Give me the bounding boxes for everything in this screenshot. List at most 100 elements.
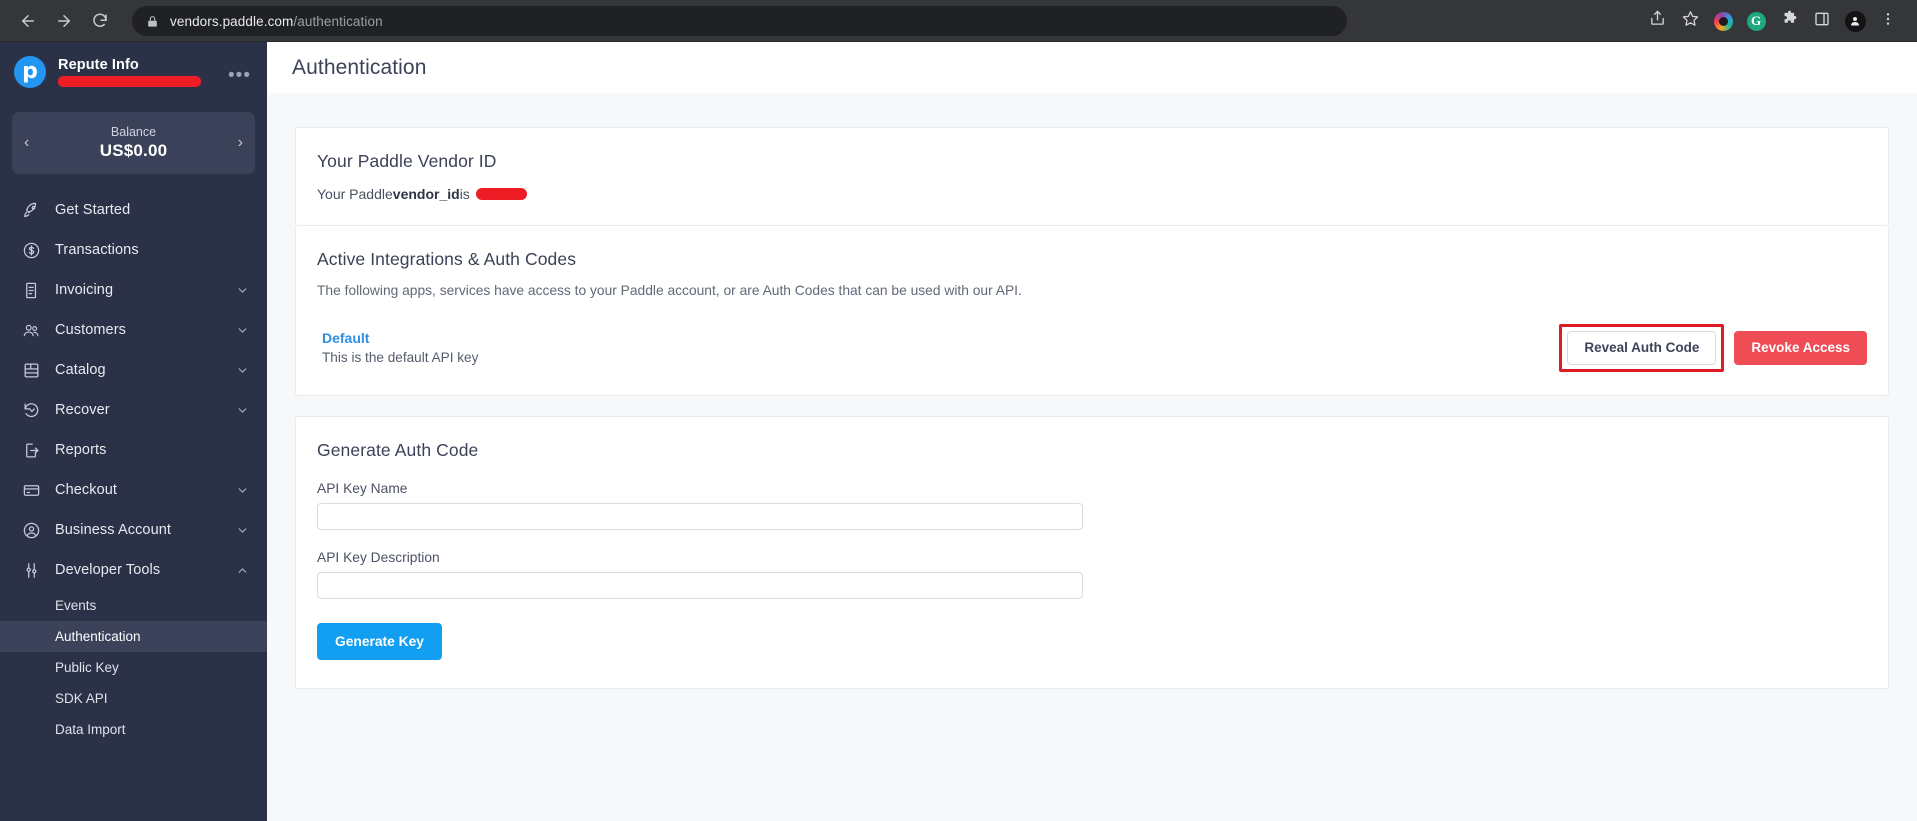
share-icon (1649, 10, 1666, 32)
api-key-description-label: API Key Description (317, 549, 440, 565)
integration-info: Default This is the default API key (322, 330, 478, 365)
integration-row: Default This is the default API key Reve… (317, 324, 1867, 372)
address-bar-text: vendors.paddle.com/authentication (170, 14, 383, 29)
sidebar-item-get-started[interactable]: Get Started (0, 190, 267, 230)
api-key-name-input[interactable] (317, 502, 1083, 530)
sidebar-item-label: Get Started (55, 202, 131, 218)
sidebar-item-label: Catalog (55, 362, 106, 378)
paddle-logo-icon: p (14, 56, 46, 88)
account-meta: Repute Info (58, 56, 201, 87)
sidebar-subitem-label: Events (55, 598, 97, 613)
chevron-down-icon[interactable] (236, 484, 249, 497)
reload-button[interactable] (84, 5, 116, 37)
chevron-down-icon[interactable] (236, 284, 249, 297)
sidebar-item-invoicing[interactable]: Invoicing (0, 270, 267, 310)
sidebar-subitem-data-import[interactable]: Data Import (0, 714, 267, 745)
sidebar-item-reports[interactable]: Reports (0, 430, 267, 470)
people-icon (20, 319, 42, 341)
lock-icon (146, 15, 159, 28)
vendor-line-suffix: is (459, 186, 470, 202)
catalog-grid-icon (20, 359, 42, 381)
sidebar-subitem-label: Authentication (55, 629, 141, 644)
sidebar-item-business-account[interactable]: Business Account (0, 510, 267, 550)
url-path: /authentication (293, 13, 383, 29)
browser-toolbar: vendors.paddle.com/authentication G (0, 0, 1917, 42)
back-button[interactable] (12, 5, 44, 37)
sidebar-item-checkout[interactable]: Checkout (0, 470, 267, 510)
star-icon (1682, 10, 1699, 32)
sidebar: p Repute Info ••• ‹ Balance US$0.00 › Ge… (0, 42, 267, 821)
vendor-id-code: vendor_id (392, 186, 460, 202)
chevron-up-icon[interactable] (236, 564, 249, 577)
sliders-icon (20, 559, 42, 581)
dollar-circle-icon (20, 239, 42, 261)
sidebar-subitem-label: SDK API (55, 691, 108, 706)
vendor-id-title: Your Paddle Vendor ID (317, 151, 497, 171)
integration-name-link[interactable]: Default (322, 330, 478, 346)
api-key-name-label: API Key Name (317, 480, 408, 496)
content-area: Your Paddle Vendor ID Your Paddle vendor… (267, 93, 1917, 821)
url-domain: vendors.paddle.com (170, 13, 294, 29)
address-bar[interactable]: vendors.paddle.com/authentication (132, 6, 1347, 36)
balance-center: Balance US$0.00 (29, 125, 237, 161)
sidebar-item-transactions[interactable]: Transactions (0, 230, 267, 270)
integration-subtitle: This is the default API key (322, 350, 479, 366)
api-key-description-input[interactable] (317, 571, 1083, 599)
sidebar-subitem-sdk-api[interactable]: SDK API (0, 683, 267, 714)
profile-button[interactable] (1840, 6, 1870, 36)
report-export-icon (20, 439, 42, 461)
extension-grammarly-button[interactable]: G (1741, 6, 1771, 36)
revoke-access-button[interactable]: Revoke Access (1734, 331, 1867, 365)
sidebar-item-recover[interactable]: Recover (0, 390, 267, 430)
reload-icon (91, 12, 109, 30)
app-shell: p Repute Info ••• ‹ Balance US$0.00 › Ge… (0, 42, 1917, 821)
extensions-button[interactable] (1774, 6, 1804, 36)
sidebar-item-label: Recover (55, 402, 110, 418)
balance-next-button[interactable]: › (238, 135, 243, 151)
sidebar-nav: Get Started Transactions Invoicing Customer… (0, 190, 267, 745)
integrations-title: Active Integrations & Auth Codes (317, 249, 577, 269)
generate-auth-code-title: Generate Auth Code (317, 439, 479, 460)
rocket-icon (20, 199, 42, 221)
sidebar-item-developer-tools[interactable]: Developer Tools (0, 550, 267, 590)
sidebar-subitem-events[interactable]: Events (0, 590, 267, 621)
sidebar-item-catalog[interactable]: Catalog (0, 350, 267, 390)
bookmark-button[interactable] (1675, 6, 1705, 36)
browser-toolbar-actions: G (1642, 6, 1905, 36)
sidebar-item-label: Business Account (55, 522, 172, 538)
generate-key-button-wrap: Generate Key (317, 622, 1867, 661)
chevron-down-icon[interactable] (236, 404, 249, 417)
balance-label: Balance (110, 125, 157, 139)
extension-ring-button[interactable] (1708, 6, 1738, 36)
sidebar-subitem-public-key[interactable]: Public Key (0, 652, 267, 683)
sidebar-item-customers[interactable]: Customers (0, 310, 267, 350)
balance-card: ‹ Balance US$0.00 › (12, 112, 255, 174)
forward-button[interactable] (48, 5, 80, 37)
generate-key-button[interactable]: Generate Key (317, 622, 442, 661)
chevron-down-icon[interactable] (236, 524, 249, 537)
vendor-line-prefix: Your Paddle (317, 186, 393, 202)
chevron-down-icon[interactable] (236, 364, 249, 377)
integrations-description: The following apps, services have access… (317, 283, 1022, 298)
browser-menu-button[interactable] (1873, 6, 1903, 36)
generate-auth-code-card: Generate Auth Code API Key Name API Key … (295, 415, 1889, 690)
browser-nav-buttons (12, 5, 116, 37)
chevron-down-icon[interactable] (236, 324, 249, 337)
sidebar-item-label: Reports (55, 442, 107, 458)
account-menu-button[interactable]: ••• (228, 66, 251, 85)
share-button[interactable] (1642, 6, 1672, 36)
page-title: Authentication (292, 55, 427, 79)
sidebar-subitem-label: Public Key (55, 660, 119, 675)
card-spacer (295, 396, 1889, 416)
account-block[interactable]: p Repute Info ••• (0, 42, 267, 98)
sidebar-subitem-authentication[interactable]: Authentication (0, 621, 267, 652)
account-name: Repute Info (58, 57, 139, 73)
balance-value: US$0.00 (99, 141, 168, 160)
reveal-auth-code-button[interactable]: Reveal Auth Code (1567, 331, 1717, 365)
account-email-redacted (58, 76, 201, 87)
reveal-auth-code-highlight: Reveal Auth Code (1559, 324, 1725, 372)
sidebar-item-label: Checkout (55, 482, 118, 498)
extensions-puzzle-icon (1781, 10, 1798, 32)
side-panel-button[interactable] (1807, 6, 1837, 36)
main-area: Authentication Your Paddle Vendor ID You… (267, 42, 1917, 821)
